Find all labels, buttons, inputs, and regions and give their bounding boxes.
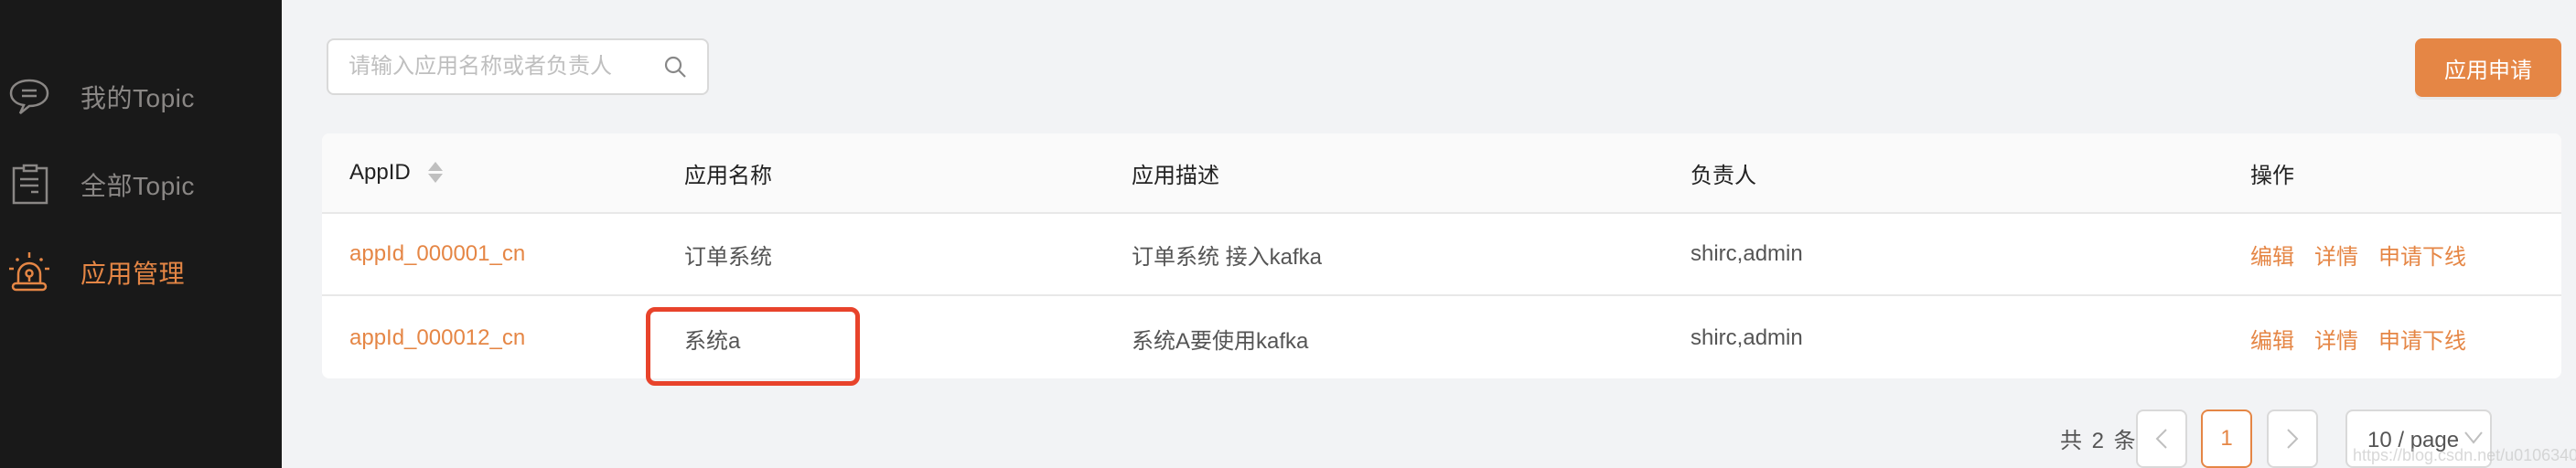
search-icon[interactable] bbox=[663, 55, 687, 79]
sidebar-item-app-management[interactable]: 应用管理 bbox=[0, 245, 282, 300]
sidebar-item-label: 全部Topic bbox=[80, 172, 195, 200]
sidebar-item-label: 我的Topic bbox=[80, 84, 195, 112]
edit-link[interactable]: 编辑 bbox=[2250, 239, 2294, 271]
clipboard-icon bbox=[12, 164, 48, 205]
app-owner: shirc,admin bbox=[1690, 241, 1803, 266]
table-row: appId_000012_cn 系统a 系统A要使用kafka shirc,ad… bbox=[322, 298, 2561, 378]
sort-icon[interactable] bbox=[427, 160, 444, 186]
column-header-appid[interactable]: AppID bbox=[349, 133, 444, 212]
app-owner: shirc,admin bbox=[1690, 325, 1803, 350]
detail-link[interactable]: 详情 bbox=[2314, 239, 2358, 271]
pagination-total: 共 2 条 bbox=[2060, 429, 2138, 453]
chevron-right-icon bbox=[2287, 429, 2299, 449]
prev-page-button[interactable] bbox=[2136, 410, 2187, 468]
search-input[interactable] bbox=[349, 40, 650, 93]
app-description: 订单系统 接入kafka bbox=[1132, 244, 1323, 270]
chat-bubble-icon bbox=[9, 79, 49, 114]
column-header-label: AppID bbox=[349, 160, 411, 185]
sidebar-item-all-topic[interactable]: 全部Topic bbox=[0, 157, 282, 212]
request-offline-link[interactable]: 申请下线 bbox=[2378, 239, 2466, 271]
sidebar: 我的Topic 全部Topic 应用管理 bbox=[0, 0, 282, 468]
app-description: 系统A要使用kafka bbox=[1132, 328, 1309, 354]
table-row: appId_000001_cn 订单系统 订单系统 接入kafka shirc,… bbox=[322, 214, 2561, 296]
apply-button[interactable]: 应用申请 bbox=[2415, 38, 2561, 97]
alarm-light-icon bbox=[9, 252, 49, 292]
next-page-button[interactable] bbox=[2267, 410, 2318, 468]
chevron-down-icon bbox=[2464, 431, 2483, 444]
column-header-actions: 操作 bbox=[2250, 163, 2294, 188]
app-name: 系统a bbox=[684, 328, 741, 354]
request-offline-link[interactable]: 申请下线 bbox=[2378, 323, 2466, 355]
sidebar-item-label: 应用管理 bbox=[80, 260, 186, 288]
chevron-left-icon bbox=[2155, 429, 2167, 449]
sidebar-item-my-topic[interactable]: 我的Topic bbox=[0, 69, 282, 124]
page-size-value: 10 / page bbox=[2367, 428, 2460, 452]
appid-link[interactable]: appId_000012_cn bbox=[349, 325, 525, 351]
row-actions: 编辑 详情 申请下线 bbox=[2250, 214, 2486, 294]
row-actions: 编辑 详情 申请下线 bbox=[2250, 298, 2486, 378]
detail-link[interactable]: 详情 bbox=[2314, 323, 2358, 355]
edit-link[interactable]: 编辑 bbox=[2250, 323, 2294, 355]
app-name: 订单系统 bbox=[684, 244, 772, 270]
column-header-name: 应用名称 bbox=[684, 163, 772, 188]
app-table: AppID 应用名称 应用描述 负责人 操作 appId_000001_cn 订… bbox=[322, 133, 2561, 378]
page-button-current[interactable]: 1 bbox=[2201, 410, 2252, 468]
column-header-description: 应用描述 bbox=[1132, 163, 1219, 188]
page-size-select[interactable]: 10 / page bbox=[2345, 410, 2492, 468]
appid-link[interactable]: appId_000001_cn bbox=[349, 241, 525, 267]
column-header-owner: 负责人 bbox=[1690, 163, 1756, 188]
search-box bbox=[327, 38, 709, 95]
table-header: AppID 应用名称 应用描述 负责人 操作 bbox=[322, 133, 2561, 214]
